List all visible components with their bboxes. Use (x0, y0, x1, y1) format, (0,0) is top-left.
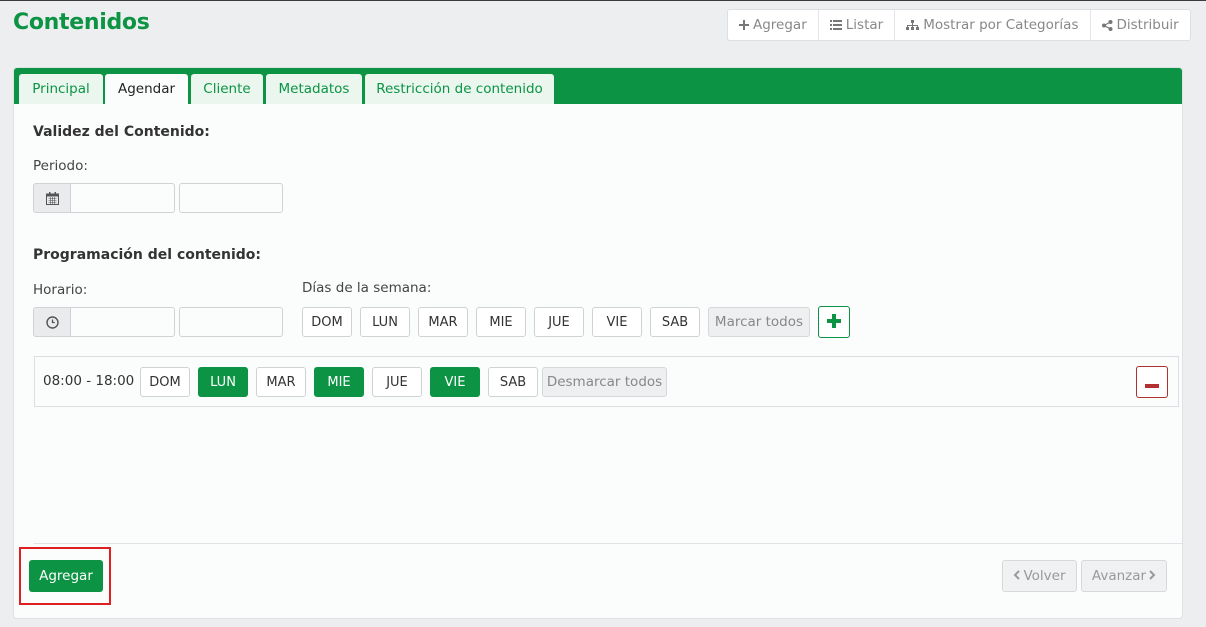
next-label: Avanzar (1091, 568, 1147, 584)
entry-day-mie[interactable]: MIE (314, 367, 364, 397)
tab-cliente[interactable]: Cliente (191, 74, 263, 104)
distribute-button[interactable]: Distribuir (1089, 10, 1190, 40)
period-input-group (33, 183, 283, 213)
share-icon (1101, 19, 1113, 31)
plus-icon (739, 20, 749, 30)
next-button[interactable]: Avanzar (1081, 560, 1167, 592)
tab-agendar[interactable]: Agendar (105, 74, 188, 104)
entry-day-lun[interactable]: LUN (198, 367, 248, 397)
distribute-label: Distribuir (1116, 17, 1179, 33)
tab-content-restriction[interactable]: Restricción de contenido (365, 74, 554, 104)
entry-day-jue[interactable]: JUE (372, 367, 422, 397)
page-title: Contenidos (13, 10, 150, 35)
period-label: Periodo: (33, 158, 88, 174)
list-content-button[interactable]: Listar (817, 10, 894, 40)
show-by-categories-label: Mostrar por Categorías (923, 17, 1079, 33)
content-form-card: Principal Agendar Cliente Metadatos Rest… (13, 67, 1183, 619)
top-action-group: Agregar Listar Mostrar por Categorías Di… (727, 9, 1191, 41)
schedule-entry-row: 08:00 - 18:00 DOM LUN MAR MIE JUE VIE SA… (34, 356, 1179, 407)
minus-icon (1145, 373, 1159, 392)
validity-section-title: Validez del Contenido: (33, 124, 210, 140)
schedule-label: Horario: (33, 282, 88, 298)
entry-day-vie[interactable]: VIE (430, 367, 480, 397)
day-button-sab[interactable]: SAB (650, 307, 700, 337)
tab-principal[interactable]: Principal (19, 74, 103, 104)
entry-day-sab[interactable]: SAB (488, 367, 538, 397)
add-schedule-button[interactable] (818, 306, 850, 338)
list-content-label: Listar (845, 17, 884, 33)
clock-icon[interactable] (33, 307, 71, 337)
programming-section-title: Programación del contenido: (33, 247, 262, 263)
weekdays-label: Días de la semana: (302, 280, 432, 296)
chevron-right-icon (1149, 568, 1156, 584)
unmark-all-button[interactable]: Desmarcar todos (542, 367, 667, 397)
end-time-input[interactable] (179, 307, 283, 337)
day-button-mar[interactable]: MAR (418, 307, 468, 337)
back-label: Volver (1023, 568, 1066, 584)
show-by-categories-button[interactable]: Mostrar por Categorías (894, 10, 1089, 40)
period-start-input[interactable] (71, 183, 175, 213)
start-time-input[interactable] (71, 307, 175, 337)
time-input-group (33, 307, 283, 337)
schedule-time-range: 08:00 - 18:00 (43, 373, 135, 389)
chevron-left-icon (1013, 568, 1021, 584)
tab-metadatos[interactable]: Metadatos (266, 74, 362, 104)
day-button-jue[interactable]: JUE (534, 307, 584, 337)
submit-add-button[interactable]: Agregar (29, 560, 103, 592)
entry-day-mar[interactable]: MAR (256, 367, 306, 397)
period-end-input[interactable] (179, 183, 283, 213)
list-icon (829, 20, 842, 30)
add-content-button[interactable]: Agregar (728, 10, 818, 40)
mark-all-button[interactable]: Marcar todos (708, 307, 810, 337)
footer-divider (34, 543, 1182, 544)
day-button-lun[interactable]: LUN (360, 307, 410, 337)
calendar-icon[interactable] (33, 183, 71, 213)
day-button-mie[interactable]: MIE (476, 307, 526, 337)
entry-day-dom[interactable]: DOM (140, 367, 190, 397)
plus-icon (827, 313, 841, 332)
sitemap-icon (906, 19, 920, 31)
tab-bar: Principal Agendar Cliente Metadatos Rest… (14, 68, 1182, 104)
add-content-label: Agregar (753, 17, 807, 33)
remove-schedule-button[interactable] (1136, 366, 1168, 398)
day-button-dom[interactable]: DOM (302, 307, 352, 337)
day-button-vie[interactable]: VIE (592, 307, 642, 337)
back-button[interactable]: Volver (1002, 560, 1077, 592)
